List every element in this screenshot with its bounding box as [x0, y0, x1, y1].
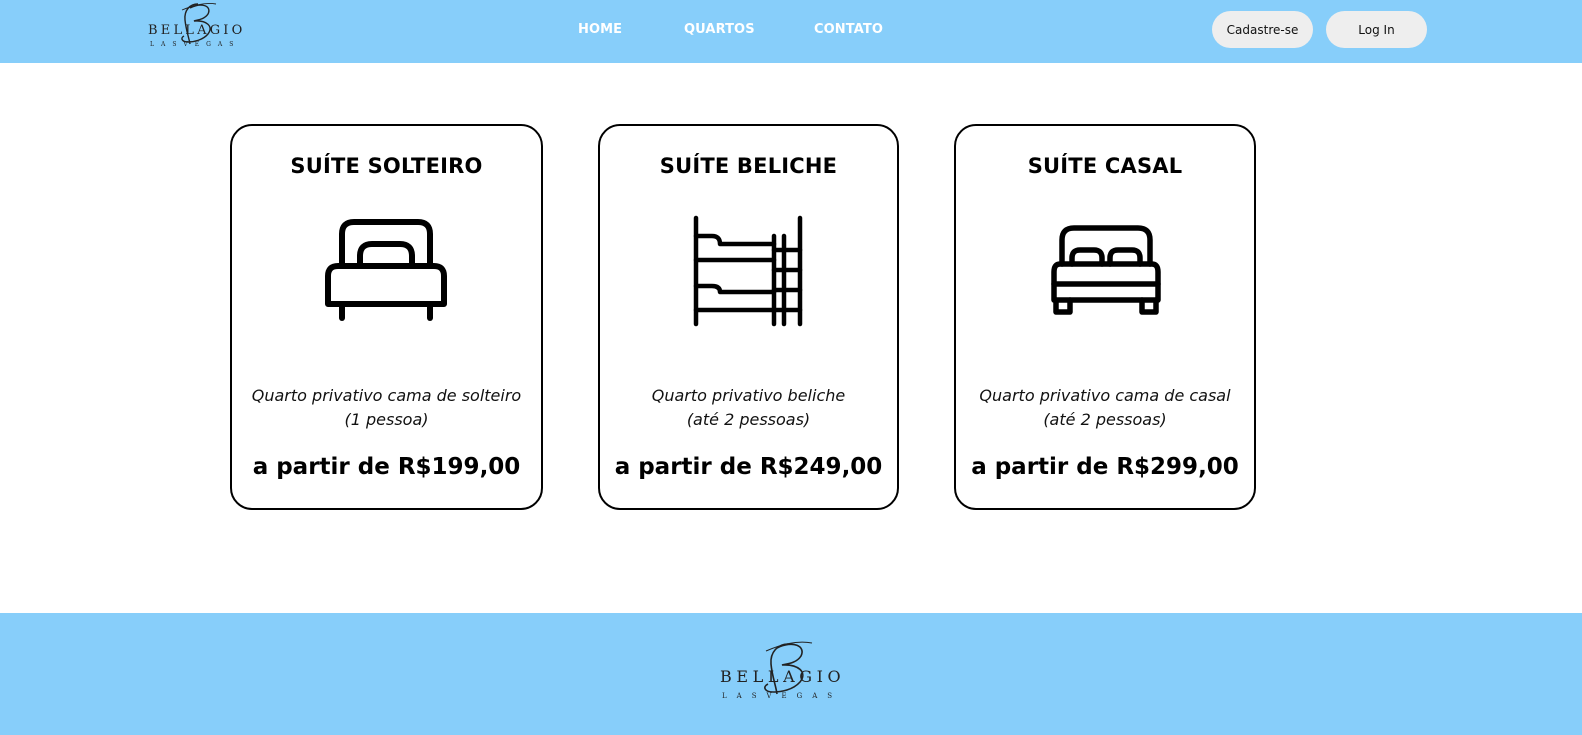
svg-text:LASVEGAS: LASVEGAS: [150, 41, 240, 48]
nav-quartos[interactable]: QUARTOS: [684, 22, 755, 37]
nav-home[interactable]: HOME: [578, 22, 622, 37]
bellagio-logo[interactable]: BELLAGIO LASVEGAS: [146, 0, 250, 52]
svg-text:LASVEGAS: LASVEGAS: [722, 692, 842, 700]
room-card-beliche[interactable]: SUÍTE BELICHE Quarto privativo beliche (…: [598, 124, 899, 510]
double-bed-icon: [1051, 225, 1161, 315]
room-title: SUÍTE SOLTEIRO: [290, 154, 483, 178]
room-title: SUÍTE BELICHE: [659, 154, 838, 178]
room-title: SUÍTE CASAL: [1027, 154, 1183, 178]
room-price: a partir de R$299,00: [971, 454, 1239, 480]
room-price: a partir de R$249,00: [614, 454, 883, 480]
nav-contato[interactable]: CONTATO: [814, 22, 883, 37]
signup-button[interactable]: Cadastre-se: [1212, 11, 1313, 48]
room-price: a partir de R$199,00: [252, 454, 521, 480]
room-card-solteiro[interactable]: SUÍTE SOLTEIRO Quarto privativo cama de …: [230, 124, 543, 510]
top-navbar: BELLAGIO LASVEGAS HOME QUARTOS CONTATO C…: [0, 0, 1582, 63]
single-bed-icon: [325, 219, 447, 321]
bunk-bed-icon: [693, 215, 803, 327]
bellagio-footer-logo[interactable]: BELLAGIO LASVEGAS: [718, 638, 858, 704]
svg-text:BELLAGIO: BELLAGIO: [148, 23, 245, 38]
room-card-casal[interactable]: SUÍTE CASAL Quarto privativo cama de cas…: [954, 124, 1256, 510]
room-description: Quarto privativo cama de casal (até 2 pe…: [979, 386, 1231, 429]
svg-text:BELLAGIO: BELLAGIO: [720, 667, 845, 686]
room-description: Quarto privativo cama de solteiro (1 pes…: [251, 386, 522, 429]
room-description: Quarto privativo beliche (até 2 pessoas): [651, 386, 846, 429]
login-button[interactable]: Log In: [1326, 11, 1427, 48]
